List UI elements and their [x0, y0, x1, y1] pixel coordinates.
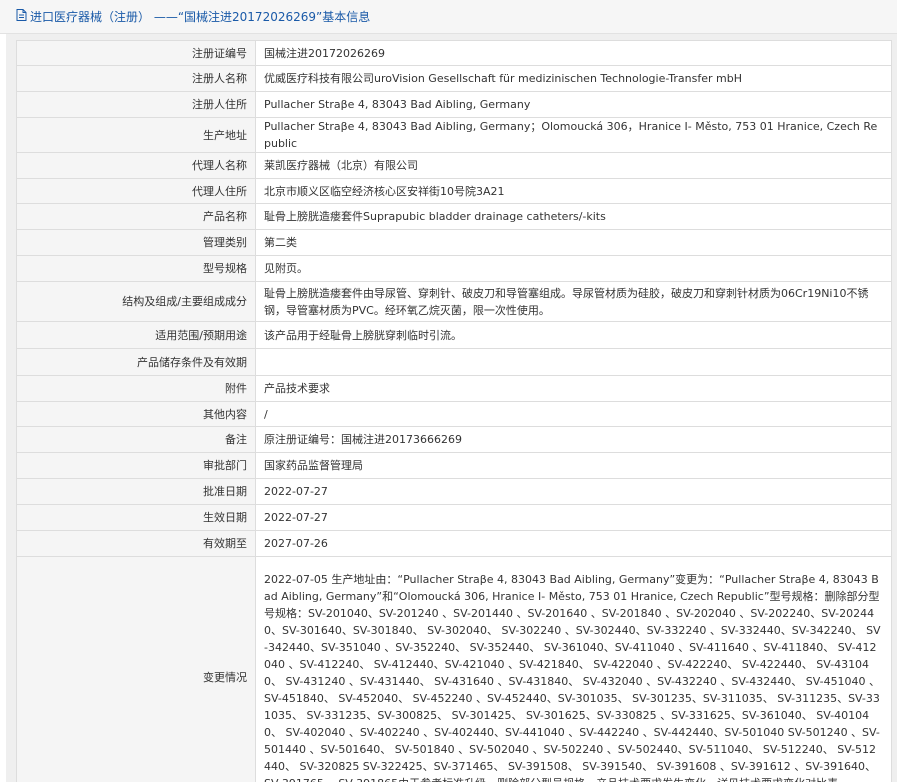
- row-value: 优威医疗科技有限公司uroVision Gesellschaft für med…: [255, 65, 892, 92]
- row-value: 原注册证编号：国械注进20173666269: [255, 426, 892, 453]
- row-label: 型号规格: [16, 255, 256, 282]
- row-label: 注册人名称: [16, 65, 256, 92]
- row-value: 2027-07-26: [255, 530, 892, 557]
- page-title: 进口医疗器械（注册） ——“国械注进20172026269”基本信息: [30, 10, 371, 24]
- table-row: 注册人名称 优威医疗科技有限公司uroVision Gesellschaft fü…: [16, 65, 892, 92]
- row-label: 代理人名称: [16, 152, 256, 179]
- table-row: 注册人住所 Pullacher Straβe 4, 83043 Bad Aibli…: [16, 91, 892, 118]
- table-row: 附件 产品技术要求: [16, 375, 892, 402]
- table-row: 生效日期 2022-07-27: [16, 504, 892, 531]
- row-value: /: [255, 401, 892, 427]
- table-row: 审批部门 国家药品监督管理局: [16, 452, 892, 479]
- row-value: 2022-07-27: [255, 478, 892, 505]
- table-row: 有效期至 2027-07-26: [16, 530, 892, 557]
- table-row: 型号规格 见附页。: [16, 255, 892, 282]
- row-label: 审批部门: [16, 452, 256, 479]
- row-value: 国家药品监督管理局: [255, 452, 892, 479]
- table-row: 其他内容 /: [16, 401, 892, 427]
- row-label: 备注: [16, 426, 256, 453]
- table-row: 注册证编号 国械注进20172026269: [16, 40, 892, 66]
- row-value: 耻骨上膀胱造瘘套件Suprapubic bladder drainage cat…: [255, 203, 892, 230]
- registration-info-table: 注册证编号 国械注进20172026269 注册人名称 优威医疗科技有限公司uroV…: [16, 40, 892, 782]
- row-label: 结构及组成/主要组成成分: [16, 281, 256, 322]
- table-row: 备注 原注册证编号：国械注进20173666269: [16, 426, 892, 453]
- row-value: Pullacher Straβe 4, 83043 Bad Aibling, G…: [255, 117, 892, 153]
- row-label: 批准日期: [16, 478, 256, 505]
- row-value: [255, 348, 892, 376]
- row-label: 注册人住所: [16, 91, 256, 118]
- table-row: 代理人名称 莱凯医疗器械（北京）有限公司: [16, 152, 892, 179]
- row-label: 附件: [16, 375, 256, 402]
- table-row: 批准日期 2022-07-27: [16, 478, 892, 505]
- row-value: Pullacher Straβe 4, 83043 Bad Aibling, G…: [255, 91, 892, 118]
- row-label: 产品名称: [16, 203, 256, 230]
- change-history-value: 2022-07-05 生产地址由：“Pullacher Straβe 4, 83…: [255, 556, 892, 782]
- row-value: 该产品用于经耻骨上膀胱穿刺临时引流。: [255, 321, 892, 349]
- row-value: 莱凯医疗器械（北京）有限公司: [255, 152, 892, 179]
- table-row: 代理人住所 北京市顺义区临空经济核心区安祥街10号院3A21: [16, 178, 892, 204]
- row-value: 2022-07-27: [255, 504, 892, 531]
- row-label: 产品储存条件及有效期: [16, 348, 256, 376]
- table-row: 管理类别 第二类: [16, 229, 892, 256]
- document-icon: [16, 9, 28, 24]
- row-value: 耻骨上膀胱造瘘套件由导尿管、穿刺针、破皮刀和导管塞组成。导尿管材质为硅胶，破皮刀…: [255, 281, 892, 322]
- row-label: 适用范围/预期用途: [16, 321, 256, 349]
- table-row: 变更情况 2022-07-05 生产地址由：“Pullacher Straβe 4…: [16, 556, 892, 782]
- page-header: 进口医疗器械（注册） ——“国械注进20172026269”基本信息: [0, 0, 897, 34]
- table-row: 适用范围/预期用途 该产品用于经耻骨上膀胱穿刺临时引流。: [16, 321, 892, 349]
- row-value: 北京市顺义区临空经济核心区安祥街10号院3A21: [255, 178, 892, 204]
- row-label: 注册证编号: [16, 40, 256, 66]
- row-value: 产品技术要求: [255, 375, 892, 402]
- row-label: 生产地址: [16, 117, 256, 153]
- row-label: 变更情况: [16, 556, 256, 782]
- table-row: 结构及组成/主要组成成分 耻骨上膀胱造瘘套件由导尿管、穿刺针、破皮刀和导管塞组成。…: [16, 281, 892, 322]
- row-label: 有效期至: [16, 530, 256, 557]
- row-label: 代理人住所: [16, 178, 256, 204]
- row-label: 其他内容: [16, 401, 256, 427]
- info-panel: 注册证编号 国械注进20172026269 注册人名称 优威医疗科技有限公司uroV…: [6, 34, 897, 782]
- row-value: 国械注进20172026269: [255, 40, 892, 66]
- table-row: 产品名称 耻骨上膀胱造瘘套件Suprapubic bladder drainage…: [16, 203, 892, 230]
- table-row: 产品储存条件及有效期: [16, 348, 892, 376]
- row-label: 生效日期: [16, 504, 256, 531]
- table-row: 生产地址 Pullacher Straβe 4, 83043 Bad Aiblin…: [16, 117, 892, 153]
- row-label: 管理类别: [16, 229, 256, 256]
- row-value: 见附页。: [255, 255, 892, 282]
- row-value: 第二类: [255, 229, 892, 256]
